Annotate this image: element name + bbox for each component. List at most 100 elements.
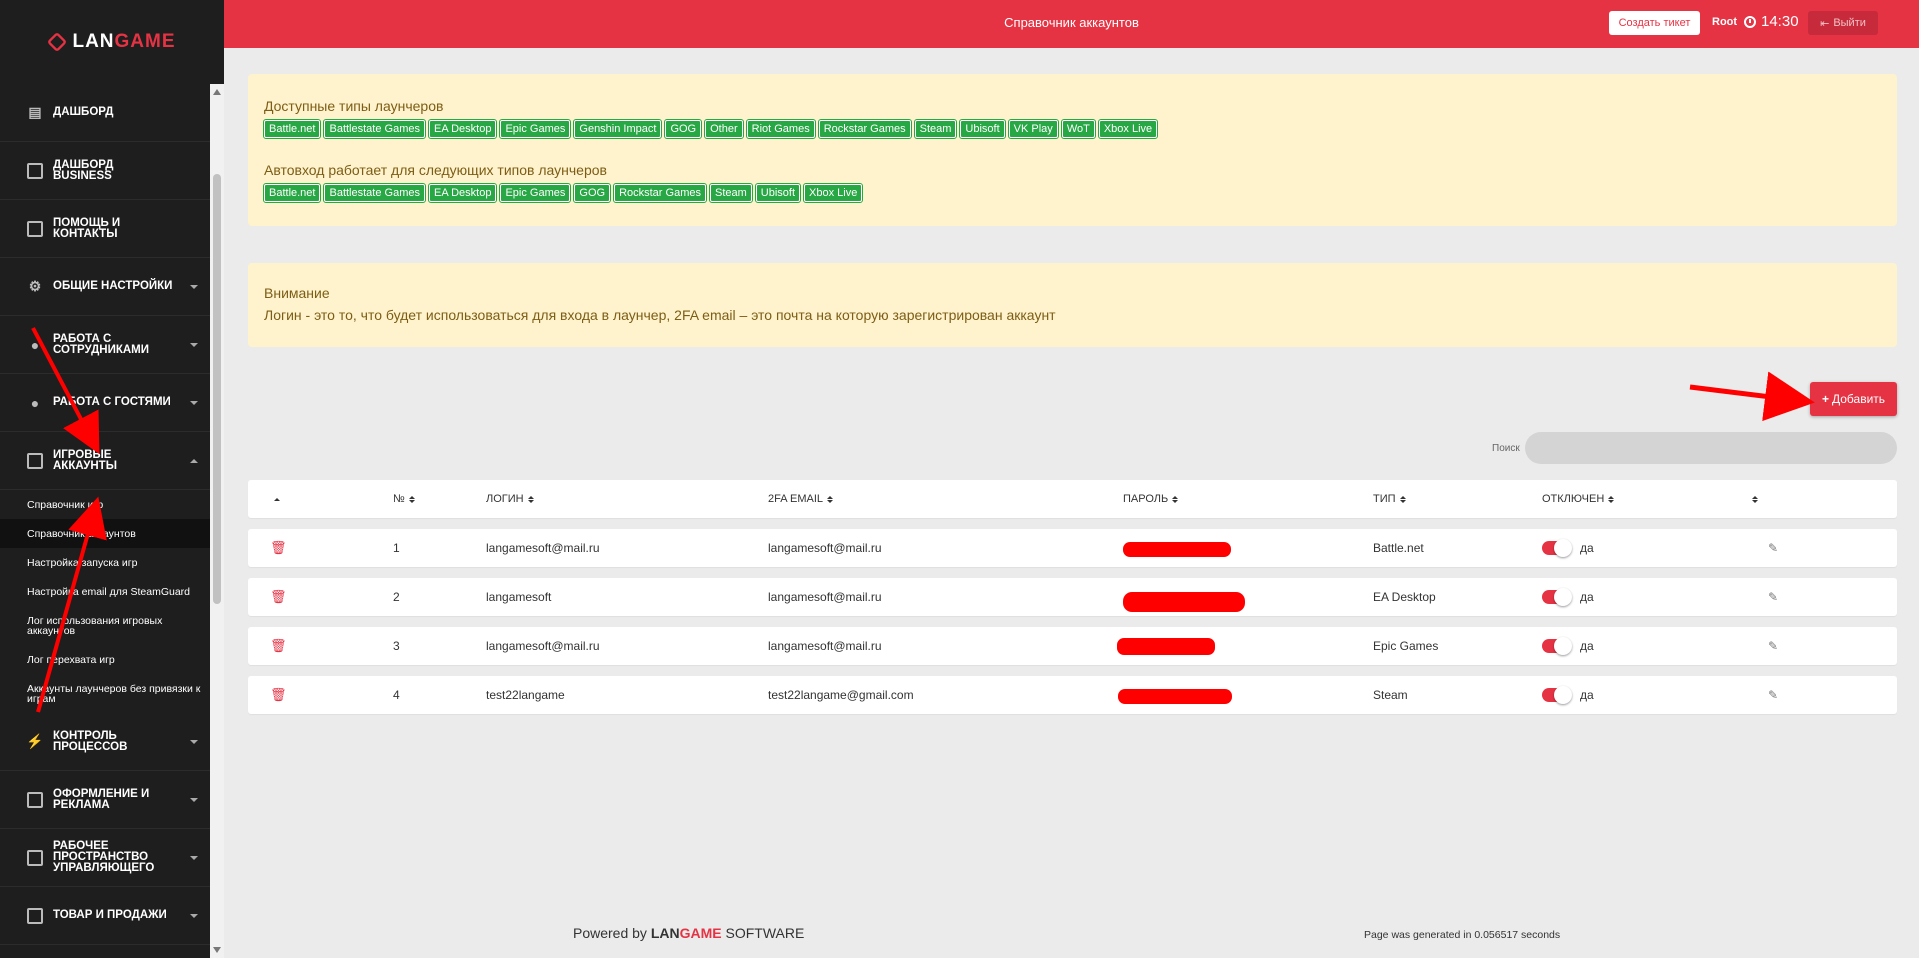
create-ticket-button[interactable]: Создать тикет [1609, 11, 1700, 35]
sidebar-scrollbar[interactable] [210, 84, 224, 958]
scrollbar-thumb[interactable] [213, 174, 221, 604]
edit-pencil-icon[interactable]: ✎ [1768, 676, 1778, 714]
password-redaction [1118, 689, 1232, 704]
trash-icon[interactable]: 🗑 [270, 676, 287, 714]
sidebar-subitem-accounts-usage-log[interactable]: Лог использования игровых аккаунтов [0, 606, 210, 645]
cell-disabled: да [1542, 676, 1594, 714]
clock: 14:30 [1744, 13, 1799, 30]
edit-box-icon [27, 162, 43, 179]
autologin-title: Автовход работает для следующих типов ла… [264, 162, 607, 178]
column-2fa-email[interactable]: 2FA EMAIL [768, 480, 834, 518]
autologin-tag: Steam [708, 183, 753, 203]
sidebar-menu: ▤ Дашборд Дашборд business Помощь и конт… [0, 84, 210, 958]
cell-login: langamesoft@mail.ru [486, 639, 600, 653]
autologin-tag: Epic Games [499, 183, 572, 203]
sidebar-subitem-steamguard-email[interactable]: Настройка email для SteamGuard [0, 577, 210, 606]
column-type[interactable]: ТИП [1373, 480, 1406, 518]
trash-icon[interactable]: 🗑 [270, 578, 287, 616]
logout-button[interactable]: ⇤ Выйти [1808, 11, 1878, 35]
autologin-tag: Battle.net [262, 183, 322, 203]
sort-icon [1608, 495, 1615, 503]
logo-mark-icon [47, 31, 68, 53]
column-number[interactable]: № [393, 480, 415, 518]
sidebar-item-dashboard[interactable]: ▤ Дашборд [0, 84, 210, 142]
sidebar-item-dashboard-business[interactable]: Дашборд business [0, 142, 210, 200]
sidebar-subitem-label: Лог перехвата игр [27, 653, 115, 666]
chevron-down-icon [190, 797, 198, 802]
add-button[interactable]: + Добавить [1810, 382, 1897, 416]
launcher-tag: Ubisoft [959, 119, 1006, 139]
autologin-tag: Battlestate Games [323, 183, 426, 203]
account-box-icon [27, 452, 43, 469]
footer-generated: Page was generated in 0.056517 seconds [1364, 929, 1561, 941]
chevron-up-icon [190, 458, 198, 463]
cell-type: EA Desktop [1373, 590, 1436, 604]
autologin-tag: Ubisoft [754, 183, 802, 203]
edit-pencil-icon[interactable]: ✎ [1768, 578, 1778, 616]
launcher-tag: VK Play [1007, 119, 1059, 139]
cell-number: 2 [393, 590, 400, 604]
autologin-tag: Xbox Live [803, 183, 864, 203]
sort-delete-column[interactable] [270, 480, 280, 518]
column-label: № [393, 493, 405, 505]
sidebar-item-label: Работа с сотрудниками [53, 332, 150, 356]
autologin-tag: GOG [573, 183, 612, 203]
column-label: ЛОГИН [486, 493, 524, 505]
sidebar-item-label: Контроль процессов [53, 729, 128, 753]
scroll-down-arrow-icon[interactable] [213, 947, 221, 953]
launcher-tag: Genshin Impact [573, 119, 663, 139]
search-input[interactable] [1525, 432, 1897, 464]
column-disabled[interactable]: ОТКЛЮЧЕН [1542, 480, 1615, 518]
sidebar-item-guests[interactable]: ● Работа с гостями [0, 374, 210, 432]
launcher-tag: Epic Games [499, 119, 572, 139]
cell-type: Battle.net [1373, 541, 1424, 555]
disabled-toggle[interactable] [1542, 637, 1572, 655]
logo-text-accent: GAME [114, 31, 176, 52]
trash-icon[interactable]: 🗑 [270, 529, 287, 567]
sidebar-item-process-control[interactable]: ⚡ Контроль процессов [0, 713, 210, 771]
table-row: 🗑 1 langamesoft@mail.ru langamesoft@mail… [248, 529, 1897, 567]
sidebar-item-design-ads[interactable]: Оформление и реклама [0, 771, 210, 829]
disabled-toggle[interactable] [1542, 686, 1572, 704]
users-icon: ● [30, 394, 40, 411]
chevron-down-icon [190, 284, 198, 289]
cell-disabled: да [1542, 578, 1594, 616]
sidebar-item-game-accounts[interactable]: Игровые аккаунты [0, 432, 210, 490]
sidebar-subitem-intercept-log[interactable]: Лог перехвата игр [0, 645, 210, 674]
disabled-value: да [1580, 541, 1594, 555]
column-actions[interactable] [1748, 480, 1758, 518]
sidebar-subitem-unbound-launcher-accounts[interactable]: Аккаунты лаунчеров без привязки к играм [0, 674, 210, 713]
column-password[interactable]: ПАРОЛЬ [1123, 480, 1179, 518]
logo[interactable]: LAN GAME [0, 0, 224, 84]
sidebar-item-help[interactable]: Помощь и контакты [0, 200, 210, 258]
edit-pencil-icon[interactable]: ✎ [1768, 627, 1778, 665]
search-label: Поиск [1492, 443, 1520, 454]
sidebar-subitem-accounts-directory[interactable]: Справочник аккаунтов [0, 519, 210, 548]
sidebar-item-general-settings[interactable]: ⚙ Общие настройки [0, 258, 210, 316]
edit-pencil-icon[interactable]: ✎ [1768, 529, 1778, 567]
trash-icon[interactable]: 🗑 [270, 627, 287, 665]
sidebar-item-label: Работа с гостями [53, 396, 171, 408]
launcher-tag: Riot Games [745, 119, 816, 139]
scroll-up-arrow-icon[interactable] [213, 89, 221, 95]
launcher-tag: EA Desktop [427, 119, 498, 139]
launcher-tag: Battlestate Games [323, 119, 426, 139]
notice-title: Внимание [264, 285, 330, 301]
table-header: № ЛОГИН 2FA EMAIL ПАРОЛЬ ТИП ОТКЛЮЧЕН [248, 480, 1897, 518]
launcher-tags: Battle.net Battlestate Games EA Desktop … [262, 119, 1881, 139]
column-login[interactable]: ЛОГИН [486, 480, 534, 518]
disabled-toggle[interactable] [1542, 588, 1572, 606]
sidebar-subitem-launch-settings[interactable]: Настройка запуска игр [0, 548, 210, 577]
sidebar-item-staff[interactable]: ● Работа с сотрудниками [0, 316, 210, 374]
footer-software: SOFTWARE [725, 925, 805, 941]
sidebar-item-manager-workspace[interactable]: Рабочее пространство управляющего [0, 829, 210, 887]
sort-icon [827, 495, 834, 503]
sidebar-item-label: Помощь и контакты [53, 216, 121, 240]
cell-number: 4 [393, 688, 400, 702]
sidebar-item-label: Дашборд [53, 106, 114, 118]
cell-email: test22langame@gmail.com [768, 688, 914, 702]
sidebar-subitem-games-directory[interactable]: Справочник игр [0, 490, 210, 519]
disabled-toggle[interactable] [1542, 539, 1572, 557]
sort-icon [274, 497, 280, 501]
sidebar-item-goods-sales[interactable]: Товар и продажи [0, 887, 210, 945]
